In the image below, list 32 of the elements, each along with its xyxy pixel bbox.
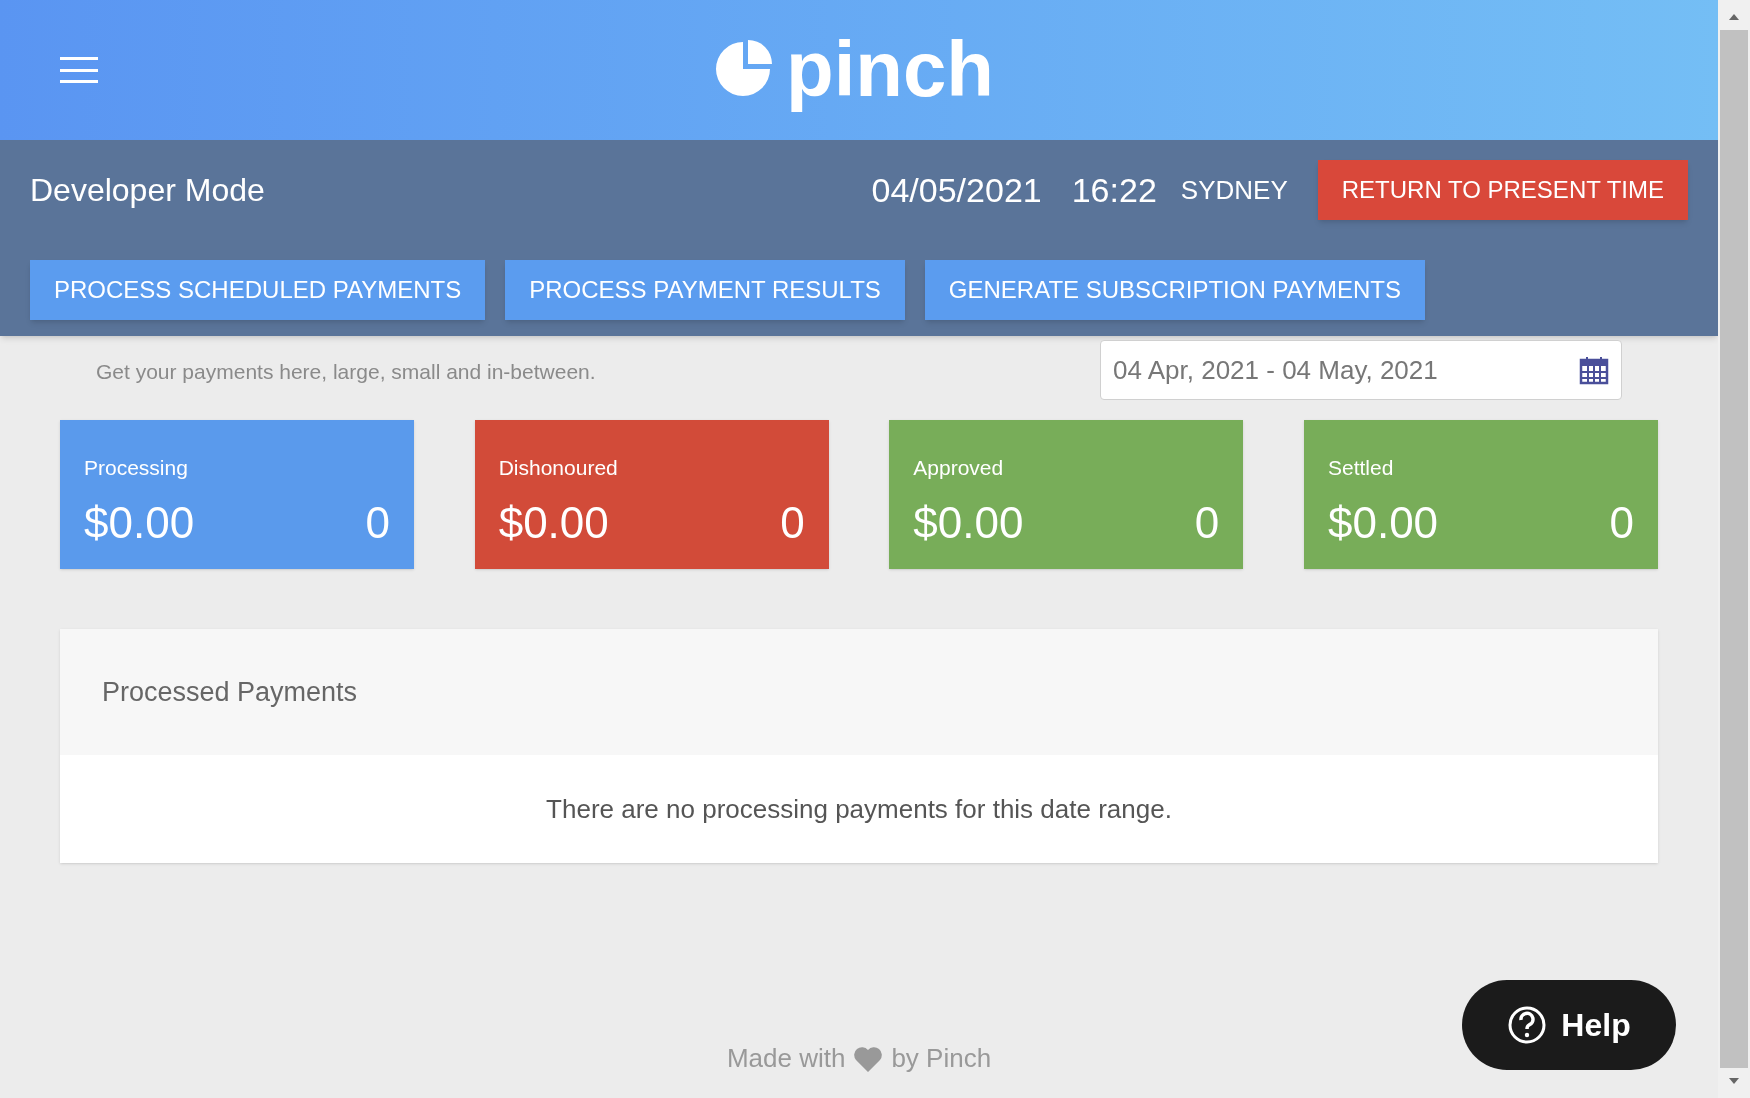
calendar-icon[interactable]: [1579, 355, 1609, 385]
time-text: 16:22: [1071, 169, 1157, 211]
footer-text: by Pinch: [891, 1042, 992, 1075]
card-count: 0: [780, 496, 805, 549]
card-amount: $0.00: [913, 496, 1024, 549]
card-label: Approved: [913, 455, 1005, 481]
footer-text: Made with: [726, 1042, 846, 1075]
panel-title: Processed Payments: [102, 675, 358, 709]
card-label: Settled: [1327, 455, 1395, 481]
help-icon: [1507, 1005, 1548, 1045]
scrollbar-drawing[interactable]: [1718, 0, 1750, 1098]
card-amount: $0.00: [1327, 496, 1439, 549]
menu-icon[interactable]: [60, 57, 98, 83]
help-button[interactable]: Help: [1462, 980, 1676, 1070]
date-text: 04/05/2021: [871, 169, 1042, 211]
action-button[interactable]: PROCESS PAYMENT RESULTS: [505, 260, 905, 320]
card-amount: $0.00: [84, 496, 195, 549]
card-count: 0: [1609, 496, 1634, 549]
card-label: Processing: [84, 455, 189, 481]
card-amount: $0.00: [498, 496, 609, 549]
date-range-field[interactable]: 04 Apr, 2021 - 04 May, 2021: [1100, 340, 1622, 400]
card-count: 0: [1194, 496, 1220, 549]
developer-title: Developer Mode: [30, 171, 265, 210]
empty-message: There are no processing payments for this date range.: [546, 792, 1172, 826]
action-button[interactable]: PROCESS SCHEDULED PAYMENTS: [30, 260, 486, 320]
card-count: 0: [365, 496, 390, 549]
card-label: Dishonoured: [498, 455, 619, 481]
return-button[interactable]: RETURN TO PRESENT TIME: [1317, 160, 1688, 220]
subtitle-text: Get your payments here, large, small and in-between.: [96, 359, 596, 385]
heart-icon: [853, 1044, 884, 1073]
action-button[interactable]: GENERATE SUBSCRIPTION PAYMENTS: [924, 260, 1425, 320]
city-text: SYDNEY: [1180, 173, 1288, 207]
